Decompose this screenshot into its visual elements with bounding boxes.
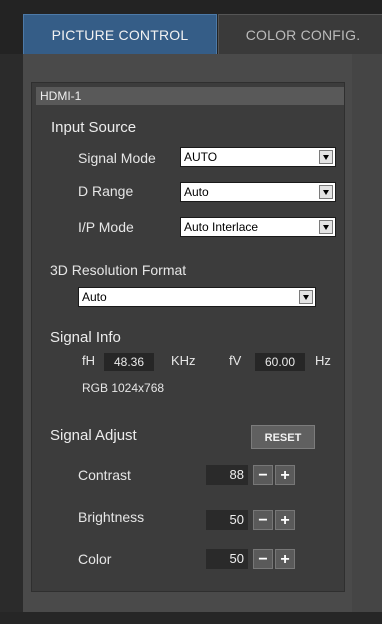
signal-mode-select[interactable]: AUTO bbox=[180, 147, 336, 167]
tab-color-config[interactable]: COLOR CONFIG. bbox=[218, 14, 382, 54]
resolution-3d-title: 3D Resolution Format bbox=[50, 262, 187, 278]
signal-info-title: Signal Info bbox=[50, 329, 121, 346]
fh-value: 48.36 bbox=[104, 353, 154, 371]
signal-mode-label: Signal Mode bbox=[78, 150, 156, 166]
color-increase-button[interactable]: + bbox=[275, 549, 295, 569]
d-range-select[interactable]: Auto bbox=[180, 182, 336, 202]
contrast-increase-button[interactable]: + bbox=[275, 465, 295, 485]
fv-value: 60.00 bbox=[255, 353, 305, 371]
signal-resolution: RGB 1024x768 bbox=[82, 381, 165, 395]
signal-adjust-title: Signal Adjust bbox=[50, 427, 137, 444]
color-label: Color bbox=[78, 551, 112, 567]
bottom-bar bbox=[0, 612, 382, 624]
chevron-down-icon[interactable] bbox=[319, 185, 333, 199]
resolution-3d-select[interactable]: Auto bbox=[78, 287, 316, 307]
fh-label: fH bbox=[82, 353, 95, 368]
ip-mode-select[interactable]: Auto Interlace bbox=[180, 217, 336, 237]
d-range-label: D Range bbox=[78, 183, 134, 199]
fv-label: fV bbox=[229, 353, 242, 368]
color-value: 50 bbox=[206, 549, 248, 569]
color-decrease-button[interactable]: − bbox=[253, 549, 273, 569]
reset-button[interactable]: RESET bbox=[251, 425, 315, 449]
fv-unit: Hz bbox=[315, 353, 331, 368]
resolution-3d-value: Auto bbox=[82, 290, 107, 304]
chevron-down-icon[interactable] bbox=[319, 150, 333, 164]
input-header: HDMI-1 bbox=[36, 87, 344, 105]
ip-mode-label: I/P Mode bbox=[78, 219, 134, 235]
brightness-increase-button[interactable]: + bbox=[275, 510, 295, 530]
tab-picture-control[interactable]: PICTURE CONTROL bbox=[23, 14, 217, 54]
chevron-down-icon[interactable] bbox=[299, 290, 313, 304]
right-panel-strip bbox=[352, 54, 382, 612]
contrast-value: 88 bbox=[206, 465, 248, 485]
input-source-title: Input Source bbox=[51, 119, 137, 136]
signal-mode-value: AUTO bbox=[184, 150, 218, 164]
d-range-value: Auto bbox=[184, 185, 209, 199]
chevron-down-icon[interactable] bbox=[319, 220, 333, 234]
ip-mode-value: Auto Interlace bbox=[184, 220, 259, 234]
contrast-decrease-button[interactable]: − bbox=[253, 465, 273, 485]
brightness-decrease-button[interactable]: − bbox=[253, 510, 273, 530]
fh-unit: KHz bbox=[171, 353, 196, 368]
brightness-label: Brightness bbox=[78, 509, 145, 525]
brightness-value: 50 bbox=[206, 510, 248, 530]
contrast-label: Contrast bbox=[78, 467, 131, 483]
